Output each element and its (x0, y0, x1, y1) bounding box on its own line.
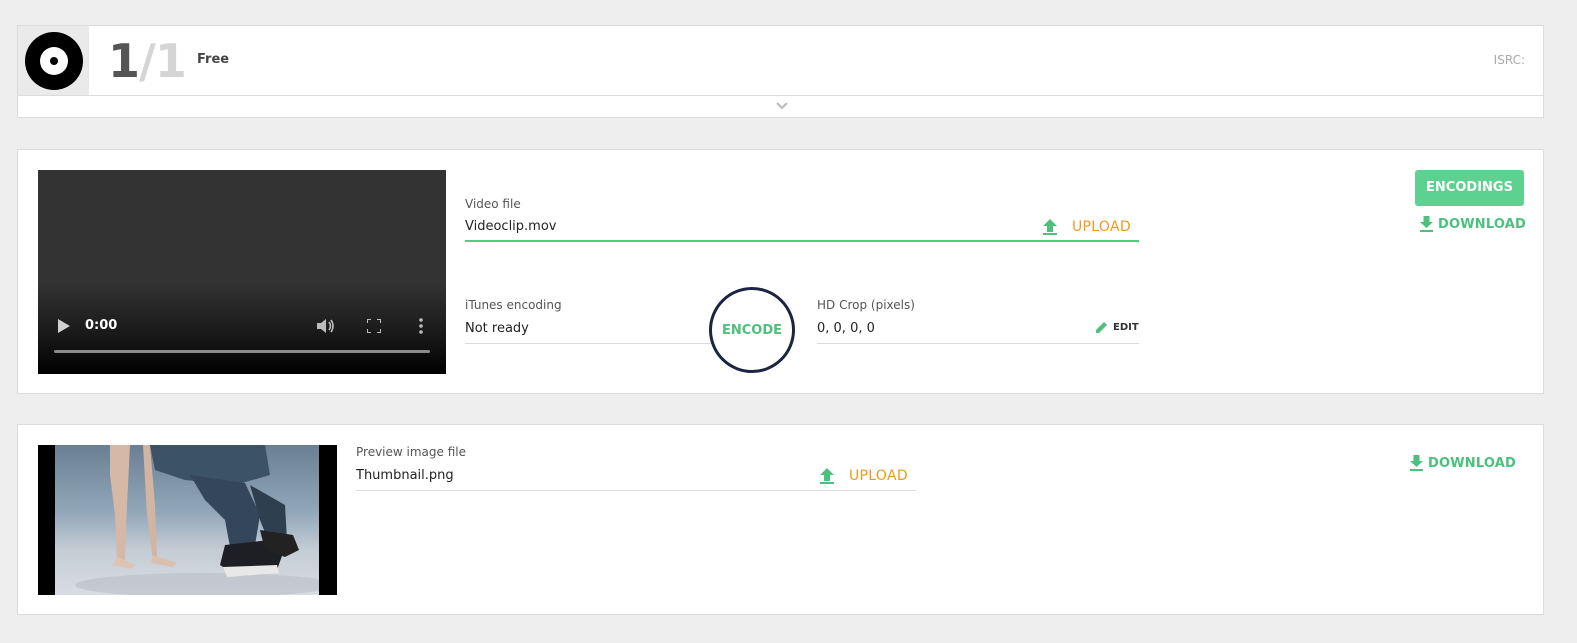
track-current: 1 (108, 34, 140, 88)
video-file-label: Video file (465, 197, 521, 211)
preview-thumbnail (38, 445, 337, 595)
video-upload-button[interactable]: UPLOAD (1042, 218, 1131, 236)
edit-crop-button[interactable]: EDIT (1095, 321, 1139, 334)
track-title: Free (197, 52, 230, 67)
preview-file-underline (356, 490, 916, 491)
dancer-thumbnail-image (75, 445, 319, 595)
video-download-button[interactable]: DOWNLOAD (1419, 215, 1526, 233)
video-file-underline (465, 240, 1139, 242)
hd-crop-label: HD Crop (pixels) (817, 298, 915, 312)
track-separator: / (139, 34, 156, 88)
preview-panel: Preview image file Thumbnail.png UPLOAD … (17, 424, 1544, 615)
track-panel: 1/1 Free ISRC: (17, 25, 1544, 118)
hd-crop-value: 0, 0, 0, 0 (817, 321, 875, 336)
encode-button[interactable]: ENCODE (709, 287, 795, 373)
fullscreen-icon[interactable] (367, 319, 381, 333)
download-icon (1420, 216, 1433, 232)
download-icon (1410, 455, 1423, 471)
chevron-down-icon[interactable] (775, 99, 789, 113)
preview-file-label: Preview image file (356, 445, 466, 459)
vinyl-disc-icon (25, 32, 83, 90)
video-panel: 0:00 Video file Videoclip.mov UPLOAD ENC… (17, 149, 1544, 394)
upload-icon (1043, 219, 1057, 235)
preview-upload-label: UPLOAD (849, 468, 908, 484)
video-download-label: DOWNLOAD (1438, 216, 1527, 232)
edit-crop-label: EDIT (1113, 322, 1139, 333)
track-number: 1/1 (108, 34, 187, 88)
pencil-icon (1096, 322, 1107, 333)
disc-icon-box (18, 26, 89, 95)
preview-upload-button[interactable]: UPLOAD (819, 467, 908, 485)
track-total: 1 (154, 34, 187, 88)
encode-label: ENCODE (721, 322, 783, 338)
more-options-icon[interactable] (418, 317, 424, 335)
video-player[interactable]: 0:00 (38, 170, 446, 374)
preview-download-button[interactable]: DOWNLOAD (1409, 454, 1516, 472)
track-row: 1/1 Free ISRC: (18, 26, 1543, 96)
video-file-value: Videoclip.mov (465, 219, 557, 234)
upload-icon (820, 468, 834, 484)
itunes-encoding-underline (465, 343, 713, 344)
isrc-label: ISRC: (1493, 53, 1525, 67)
itunes-encoding-label: iTunes encoding (465, 298, 562, 312)
video-progress-bar[interactable] (54, 350, 430, 353)
video-upload-label: UPLOAD (1072, 219, 1131, 235)
volume-icon[interactable] (317, 318, 335, 334)
video-time: 0:00 (85, 318, 118, 333)
preview-file-value: Thumbnail.png (356, 468, 454, 483)
play-icon[interactable] (58, 319, 70, 333)
encodings-button[interactable]: ENCODINGS (1415, 170, 1524, 206)
preview-download-label: DOWNLOAD (1428, 455, 1517, 471)
itunes-encoding-value: Not ready (465, 321, 529, 336)
hd-crop-underline (817, 343, 1139, 344)
